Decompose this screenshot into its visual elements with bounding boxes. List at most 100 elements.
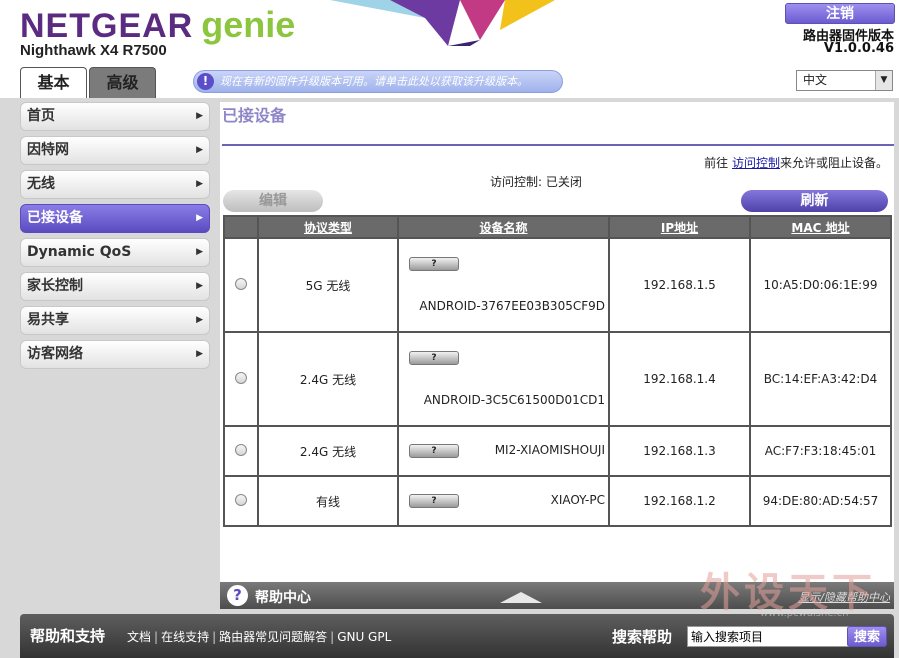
netgear-genie-logo: NETGEAR genie (20, 4, 295, 46)
device-name-cell: ? ANDROID-3C5C61500D01CD1 (397, 331, 610, 427)
sidebar-item-attached-devices[interactable]: 已接设备 ▶ (20, 204, 210, 233)
help-toggle-link[interactable]: 显示/隐藏帮助中心 (798, 589, 890, 605)
table-row: 2.4G 无线 ? MI2-XIAOMISHOUJI 192.168.1.3 A… (223, 425, 892, 477)
type-cell: 有线 (257, 475, 399, 527)
column-header-mac[interactable]: MAC 地址 (749, 215, 892, 239)
sidebar-item-label: 首页 (27, 108, 55, 124)
firmware-notice-text: 现在有新的固件升级版本可用。请单击此处以获取该升级版本。 (220, 75, 528, 88)
link-separator: | (154, 630, 159, 644)
router-model: Nighthawk X4 R7500 (20, 42, 167, 59)
sidebar-item-label: Dynamic QoS (27, 244, 132, 260)
footer-links: 文档 | 在线支持 | 路由器常见问题解答 | GNU GPL (127, 628, 391, 645)
sidebar-item-guest-network[interactable]: 访客网络 ▶ (20, 340, 210, 369)
attached-devices-table: 协议类型 设备名称 IP地址 MAC 地址 5G 无线 ? ANDROID-37… (223, 215, 892, 527)
expand-arrow-icon[interactable] (500, 592, 542, 603)
mac-cell: BC:14:EF:A3:42:D4 (749, 331, 892, 427)
type-cell: 2.4G 无线 (257, 425, 399, 477)
link-separator: | (212, 630, 217, 644)
device-name: XIAOY-PC (550, 493, 605, 507)
chevron-right-icon: ▶ (196, 281, 203, 291)
content-panel: 已接设备 前往 访问控制来允许或阻止设备。 访问控制: 已关闭 编辑 刷新 协议… (220, 102, 894, 582)
tab-basic[interactable]: 基本 (20, 67, 87, 98)
sidebar-item-label: 家长控制 (27, 278, 83, 294)
table-row: 2.4G 无线 ? ANDROID-3C5C61500D01CD1 192.16… (223, 331, 892, 427)
unknown-device-icon: ? (409, 444, 459, 458)
row-select-radio[interactable] (235, 371, 247, 384)
footer: 帮助和支持 文档|在线支持|路由器常见问题解答|GNU GPL 搜索帮助 搜索 (20, 614, 894, 658)
footer-link-docs[interactable]: 文档 (127, 630, 151, 644)
language-select[interactable]: 中文 ▼ (796, 70, 893, 91)
tab-advanced[interactable]: 高级 (89, 67, 156, 98)
column-header-ip[interactable]: IP地址 (608, 215, 751, 239)
column-header-device-name[interactable]: 设备名称 (397, 215, 610, 239)
access-note-suffix: 来允许或阻止设备。 (779, 156, 888, 170)
header: NETGEAR genie Nighthawk X4 R7500 注销 路由器固件… (0, 0, 899, 98)
brand-name: NETGEAR (20, 7, 194, 45)
unknown-device-icon: ? (409, 257, 459, 271)
title-divider (222, 144, 894, 146)
info-icon: ! (197, 73, 214, 90)
type-cell: 2.4G 无线 (257, 331, 399, 427)
footer-link-online-support[interactable]: 在线支持 (161, 630, 209, 644)
unknown-device-icon: ? (409, 351, 459, 365)
search-help-label: 搜索帮助 (612, 628, 673, 646)
search-input[interactable] (687, 626, 861, 647)
chevron-right-icon: ▶ (196, 111, 203, 121)
search-button[interactable]: 搜索 (847, 626, 887, 647)
refresh-button[interactable]: 刷新 (741, 190, 888, 212)
page-title: 已接设备 (222, 106, 287, 125)
help-center-bar[interactable]: ? 帮助中心 显示/隐藏帮助中心 (220, 582, 894, 609)
edit-button[interactable]: 编辑 (223, 190, 323, 212)
row-select-cell (223, 475, 259, 527)
sidebar-item-home[interactable]: 首页 ▶ (20, 102, 210, 131)
access-control-note: 前往 访问控制来允许或阻止设备。 (704, 154, 888, 171)
type-cell: 5G 无线 (257, 237, 399, 333)
chevron-right-icon: ▶ (196, 315, 203, 325)
table-header-row: 协议类型 设备名称 IP地址 MAC 地址 (223, 215, 892, 239)
sidebar-item-parental-control[interactable]: 家长控制 ▶ (20, 272, 210, 301)
ip-cell: 192.168.1.4 (608, 331, 751, 427)
help-icon: ? (227, 585, 248, 606)
sidebar-item-label: 无线 (27, 176, 55, 192)
logout-button[interactable]: 注销 (785, 3, 895, 24)
chevron-right-icon: ▶ (196, 213, 203, 223)
access-note-prefix: 前往 (704, 156, 729, 170)
sidebar-item-internet[interactable]: 因特网 ▶ (20, 136, 210, 165)
sidebar-item-dynamic-qos[interactable]: Dynamic QoS ▶ (20, 238, 210, 267)
row-select-radio[interactable] (235, 443, 247, 456)
access-control-link[interactable]: 访问控制 (732, 156, 780, 170)
table-row: 有线 ? XIAOY-PC 192.168.1.2 94:DE:80:AD:54… (223, 475, 892, 527)
mac-cell: 10:A5:D0:06:1E:99 (749, 237, 892, 333)
device-name: ANDROID-3767EE03B305CF9D (419, 299, 605, 313)
device-name-cell: ? MI2-XIAOMISHOUJI (397, 425, 610, 477)
device-name: ANDROID-3C5C61500D01CD1 (423, 393, 605, 407)
access-control-status: 访问控制: 已关闭 (490, 175, 582, 189)
table-row: 5G 无线 ? ANDROID-3767EE03B305CF9D 192.168… (223, 237, 892, 333)
row-select-radio[interactable] (235, 277, 247, 290)
device-name: MI2-XIAOMISHOUJI (494, 443, 605, 457)
chevron-right-icon: ▶ (196, 349, 203, 359)
footer-title: 帮助和支持 (30, 627, 106, 645)
genie-name: genie (201, 4, 296, 45)
sidebar-item-wireless[interactable]: 无线 ▶ (20, 170, 210, 199)
unknown-device-icon: ? (409, 494, 459, 508)
row-select-cell (223, 237, 259, 333)
sidebar-item-label: 访客网络 (27, 346, 83, 362)
link-separator: | (330, 630, 335, 644)
firmware-update-notice[interactable]: ! 现在有新的固件升级版本可用。请单击此处以获取该升级版本。 (193, 70, 563, 93)
chevron-down-icon: ▼ (875, 71, 892, 90)
footer-link-gpl[interactable]: GNU GPL (337, 630, 391, 644)
row-select-radio[interactable] (235, 493, 247, 506)
row-select-cell (223, 425, 259, 477)
ip-cell: 192.168.1.3 (608, 425, 751, 477)
column-header-type[interactable]: 协议类型 (257, 215, 399, 239)
sidebar-item-readyshare[interactable]: 易共享 ▶ (20, 306, 210, 335)
device-name-cell: ? ANDROID-3767EE03B305CF9D (397, 237, 610, 333)
sidebar-item-label: 已接设备 (27, 210, 83, 226)
chevron-right-icon: ▶ (196, 247, 203, 257)
language-value: 中文 (803, 73, 828, 87)
footer-link-faq[interactable]: 路由器常见问题解答 (219, 630, 327, 644)
ip-cell: 192.168.1.2 (608, 475, 751, 527)
sidebar-nav: 首页 ▶ 因特网 ▶ 无线 ▶ 已接设备 ▶ Dynamic QoS ▶ 家长控制 ▶ 易共… (20, 102, 210, 374)
banner-graphic (330, 0, 555, 46)
